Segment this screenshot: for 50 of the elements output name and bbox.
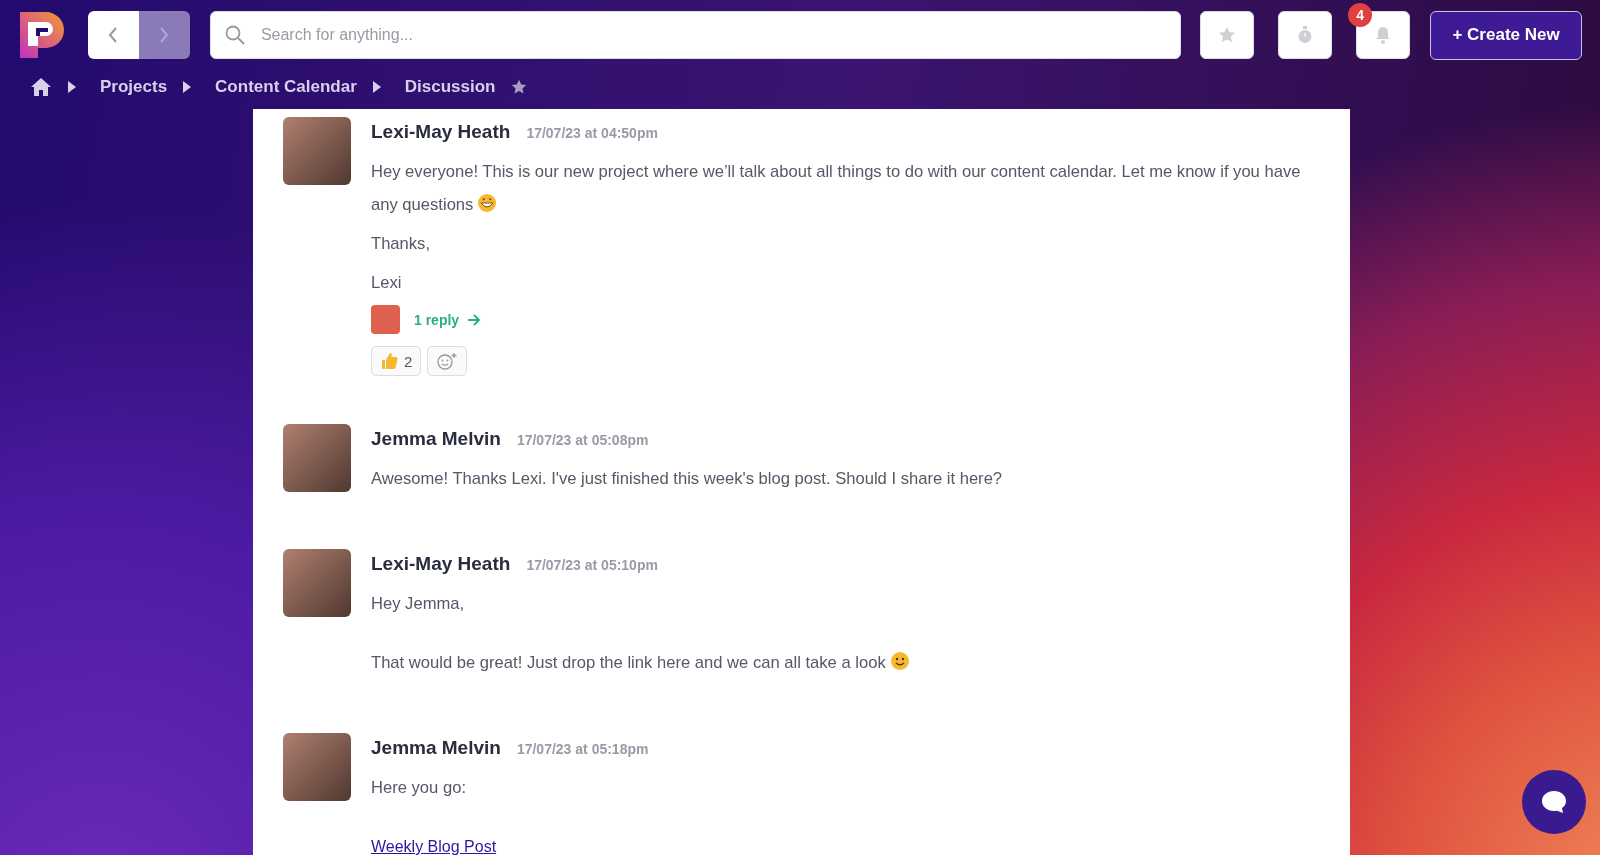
message-time: 17/07/23 at 05:10pm <box>526 557 658 573</box>
chevron-right-icon <box>159 27 170 43</box>
star-icon[interactable] <box>511 79 528 95</box>
reply-avatar-placeholder <box>371 305 400 334</box>
caret-right-icon <box>372 81 381 93</box>
grinning-face-icon <box>477 193 498 213</box>
reaction-button[interactable]: 2 <box>371 346 422 376</box>
author-name: Lexi-May Heath <box>371 121 511 143</box>
caret-right-icon <box>68 81 76 93</box>
chat-bubble-icon <box>1541 790 1567 814</box>
add-emoji-icon <box>436 352 459 370</box>
message-time: 17/07/23 at 05:18pm <box>516 741 649 757</box>
chevron-left-icon <box>108 27 119 43</box>
notifications-button[interactable] <box>1356 11 1411 59</box>
stopwatch-icon <box>1297 26 1314 44</box>
create-new-button[interactable]: + Create New <box>1430 10 1582 60</box>
breadcrumb-item[interactable]: Content Calendar <box>215 77 357 97</box>
avatar-photo-placeholder <box>283 424 351 492</box>
message-text: Awesome! Thanks Lexi. I've just finished this week's blog post. Should I share it here? <box>371 468 1004 490</box>
message-text: Hey Jemma, <box>371 593 466 615</box>
avatar-photo-placeholder <box>283 733 351 801</box>
breadcrumb-item: Discussion <box>404 77 496 97</box>
timer-button[interactable] <box>1278 11 1333 59</box>
link[interactable]: Weekly Blog Post <box>371 838 497 855</box>
search-icon <box>224 25 245 45</box>
add-reaction-button[interactable] <box>427 346 468 376</box>
message-text: Hey everyone! This is our new project where we’ll talk about all things to do with our content calendar. Let me know if you have any questions <box>371 161 1302 216</box>
message-time: 17/07/23 at 04:50pm <box>526 125 658 141</box>
favorites-button[interactable] <box>1200 11 1255 59</box>
author-name: Lexi-May Heath <box>371 553 511 575</box>
smiling-face-icon <box>889 651 910 671</box>
search-field[interactable]: Search for anything... <box>209 11 1182 59</box>
message-text: That would be great! Just drop the link here and we can all take a look <box>371 646 1320 679</box>
caret-right-icon <box>183 81 192 93</box>
author-name: Jemma Melvin <box>371 737 501 759</box>
star-icon <box>1218 26 1237 44</box>
home-icon[interactable] <box>30 77 52 97</box>
breadcrumb-item[interactable]: Projects <box>100 77 168 97</box>
notification-count-badge: 4 <box>1348 3 1373 27</box>
author-name: Jemma Melvin <box>371 428 501 450</box>
message-text: Lexi <box>371 272 403 294</box>
thumbs-up-icon <box>380 352 398 370</box>
back-button[interactable] <box>87 11 139 59</box>
avatar-photo-placeholder <box>283 117 351 185</box>
bell-icon <box>1375 26 1392 44</box>
message-text: Thanks, <box>371 233 432 255</box>
avatar-photo-placeholder <box>283 549 351 617</box>
arrow-right-icon <box>467 313 482 326</box>
message-time: 17/07/23 at 05:08pm <box>516 432 649 448</box>
message-text: Here you go: <box>371 777 467 799</box>
